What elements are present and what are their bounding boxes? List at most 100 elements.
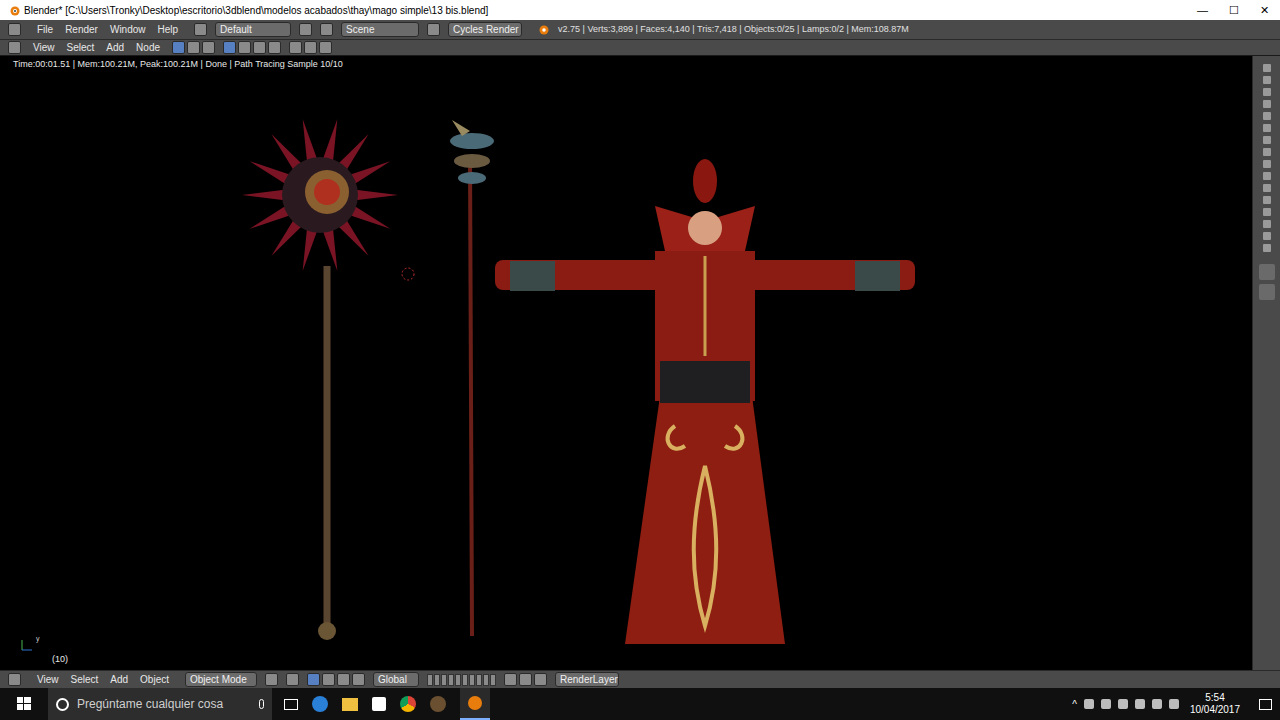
toggle-icon[interactable] (1263, 148, 1271, 156)
tray-icon[interactable] (1084, 699, 1094, 709)
menu-item[interactable]: Add (110, 672, 128, 687)
tray-icon[interactable] (1135, 699, 1145, 709)
microphone-icon[interactable] (259, 699, 264, 709)
layout-field[interactable]: Default (215, 22, 291, 37)
layer-button[interactable] (483, 674, 489, 686)
task-view-icon[interactable] (284, 699, 298, 710)
panel-button[interactable] (1259, 264, 1275, 280)
tray-icon[interactable] (1169, 699, 1179, 709)
toggle-icon[interactable] (1263, 64, 1271, 72)
search-box[interactable]: Pregúntame cualquier cosa (48, 688, 272, 720)
menu-item[interactable]: Render (65, 22, 98, 37)
toggle-icon[interactable] (1263, 172, 1271, 180)
layer-button[interactable] (434, 674, 440, 686)
blender-taskbar-icon[interactable] (460, 688, 490, 720)
engine-dropdown[interactable]: Cycles Render (448, 22, 522, 37)
texture-button[interactable] (202, 41, 215, 54)
brush-button[interactable] (253, 41, 266, 54)
axis-icon (20, 638, 34, 652)
menu-item[interactable]: Window (110, 22, 146, 37)
windows-start-icon[interactable] (0, 688, 48, 720)
menu-item[interactable]: View (37, 672, 59, 687)
lock-button[interactable] (504, 673, 517, 686)
layer-button[interactable] (448, 674, 454, 686)
layer-button[interactable] (476, 674, 482, 686)
window-control-button[interactable]: ☐ (1218, 2, 1249, 19)
pivot-button[interactable] (286, 673, 299, 686)
window-control-button[interactable]: — (1187, 2, 1218, 19)
viewport[interactable]: Time:00:01.51 | Mem:100.21M, Peak:100.21… (0, 56, 1252, 670)
menu-item[interactable]: Node (136, 40, 160, 55)
toggle-icon[interactable] (1263, 220, 1271, 228)
scale-button[interactable] (352, 673, 365, 686)
proportional-button[interactable] (534, 673, 547, 686)
tray-icon[interactable] (1118, 699, 1128, 709)
tray-arrow-icon[interactable]: ^ (1072, 697, 1077, 712)
layer-button[interactable] (462, 674, 468, 686)
layout-add-button[interactable] (299, 23, 312, 36)
toggle-icon[interactable] (1263, 88, 1271, 96)
tray-icon[interactable] (1101, 699, 1111, 709)
mode-dropdown[interactable]: Object Mode (185, 672, 257, 687)
layer-button[interactable] (469, 674, 475, 686)
menu-item[interactable]: File (37, 22, 53, 37)
scene-field[interactable]: Scene (341, 22, 419, 37)
compositing-button[interactable] (187, 41, 200, 54)
editor-type-button[interactable] (8, 41, 21, 54)
editor-type-button[interactable] (8, 23, 21, 36)
tray-icon[interactable] (1152, 699, 1162, 709)
menu-item[interactable]: Select (71, 672, 99, 687)
menu-item[interactable]: Add (106, 40, 124, 55)
panel-button[interactable] (1259, 284, 1275, 300)
toggle-icon[interactable] (1263, 244, 1271, 252)
toggle-icon[interactable] (1263, 136, 1271, 144)
render-layer-field[interactable]: RenderLayer (555, 672, 619, 687)
cortana-icon (56, 698, 69, 711)
object-button[interactable] (223, 41, 236, 54)
layout-icon[interactable] (194, 23, 207, 36)
chrome-icon[interactable] (400, 696, 416, 712)
render-preview (0, 56, 1252, 670)
notifications-icon[interactable] (1259, 699, 1272, 710)
shading-button[interactable] (265, 673, 278, 686)
toggle-icon[interactable] (1263, 124, 1271, 132)
world-button[interactable] (238, 41, 251, 54)
blender-logo-icon (8, 4, 20, 16)
rotate-button[interactable] (337, 673, 350, 686)
shader-button[interactable] (172, 41, 185, 54)
explorer-icon[interactable] (342, 698, 358, 711)
scene-add-button[interactable] (427, 23, 440, 36)
manipulator-button[interactable] (307, 673, 320, 686)
translate-button[interactable] (322, 673, 335, 686)
info-menu: File Render Window Help (29, 22, 186, 37)
editor-type-button[interactable] (8, 673, 21, 686)
layer-button[interactable] (490, 674, 496, 686)
store-icon[interactable] (372, 697, 386, 711)
linestyle-button[interactable] (268, 41, 281, 54)
menu-item[interactable]: Help (158, 22, 179, 37)
toggle-icon[interactable] (1263, 160, 1271, 168)
toggle-icon[interactable] (1263, 232, 1271, 240)
toggle-icon[interactable] (1263, 208, 1271, 216)
toggle-icon[interactable] (1263, 76, 1271, 84)
orientation-dropdown[interactable]: Global (373, 672, 419, 687)
menu-item[interactable]: View (33, 40, 55, 55)
nodes-button[interactable] (304, 41, 317, 54)
snap-button[interactable] (519, 673, 532, 686)
toggle-icon[interactable] (1263, 112, 1271, 120)
scene-icon[interactable] (320, 23, 333, 36)
layer-button[interactable] (427, 674, 433, 686)
app-icon[interactable] (430, 696, 446, 712)
backdrop-button[interactable] (319, 41, 332, 54)
toggle-icon[interactable] (1263, 184, 1271, 192)
clock[interactable]: 5:5410/04/2017 (1186, 692, 1244, 716)
toggle-icon[interactable] (1263, 196, 1271, 204)
menu-item[interactable]: Object (140, 672, 169, 687)
menu-item[interactable]: Select (67, 40, 95, 55)
toggle-icon[interactable] (1263, 100, 1271, 108)
layer-button[interactable] (441, 674, 447, 686)
edge-icon[interactable] (312, 696, 328, 712)
pin-button[interactable] (289, 41, 302, 54)
layer-button[interactable] (455, 674, 461, 686)
window-control-button[interactable]: ✕ (1249, 2, 1280, 19)
